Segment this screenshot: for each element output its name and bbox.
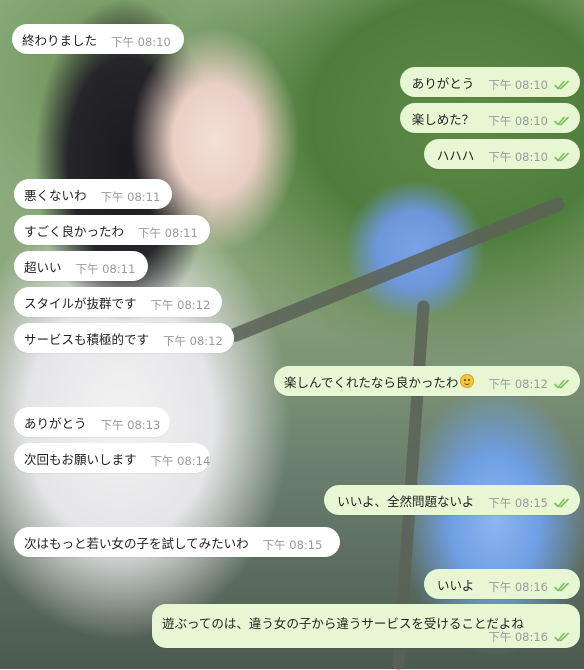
read-receipt-icon bbox=[554, 116, 570, 126]
message-timestamp: 下午 08:13 bbox=[100, 418, 161, 432]
outgoing-message-bubble[interactable]: 遊ぶってのは、違う女の子から違うサービスを受けることだよね 下午 08:16 bbox=[152, 604, 580, 648]
incoming-message-bubble[interactable]: ありがとう 下午 08:13 bbox=[14, 407, 170, 437]
message-text: すごく良かったわ bbox=[24, 223, 125, 239]
outgoing-message-bubble[interactable]: 楽しんでくれたなら良かったわ 下午 08:12 bbox=[274, 366, 580, 396]
incoming-message-bubble[interactable]: 次回もお願いします 下午 08:14 bbox=[14, 443, 210, 473]
message-timestamp: 下午 08:15 bbox=[488, 496, 548, 510]
incoming-message-bubble[interactable]: スタイルが抜群です 下午 08:12 bbox=[14, 287, 222, 317]
message-meta: 下午 08:11 bbox=[124, 219, 198, 241]
outgoing-message-bubble[interactable]: いいよ、全然問題ないよ 下午 08:15 bbox=[324, 485, 580, 515]
message-meta: 下午 08:10 bbox=[474, 107, 570, 129]
message-text: 次はもっと若い女の子を試してみたいわ bbox=[24, 535, 249, 551]
message-meta: 下午 08:10 bbox=[97, 28, 171, 50]
message-text: 遊ぶってのは、違う女の子から違うサービスを受けることだよね bbox=[162, 616, 524, 631]
message-meta: 下午 08:16 bbox=[474, 629, 570, 645]
message-text: ありがとう bbox=[411, 75, 475, 91]
message-timestamp: 下午 08:10 bbox=[488, 78, 548, 92]
incoming-message-bubble[interactable]: すごく良かったわ 下午 08:11 bbox=[14, 215, 210, 245]
message-text: ハハハ bbox=[436, 147, 475, 163]
message-meta: 下午 08:12 bbox=[137, 291, 211, 313]
message-meta: 下午 08:10 bbox=[474, 143, 570, 165]
outgoing-message-bubble[interactable]: ハハハ 下午 08:10 bbox=[424, 139, 580, 169]
read-receipt-icon bbox=[554, 582, 570, 592]
message-text: 楽しんでくれたなら良かったわ bbox=[284, 374, 459, 390]
message-text: 次回もお願いします bbox=[24, 451, 137, 467]
message-text: いいよ、全然問題ないよ bbox=[337, 493, 475, 509]
message-meta: 下午 08:14 bbox=[137, 447, 211, 469]
smiling-face-emoji bbox=[460, 374, 475, 388]
message-text: 悪くないわ bbox=[24, 187, 87, 203]
message-timestamp: 下午 08:12 bbox=[150, 298, 211, 312]
incoming-message-bubble[interactable]: 超いい 下午 08:11 bbox=[14, 251, 148, 281]
read-receipt-icon bbox=[554, 80, 570, 90]
incoming-message-bubble[interactable]: 悪くないわ 下午 08:11 bbox=[14, 179, 172, 209]
message-timestamp: 下午 08:11 bbox=[75, 262, 136, 276]
message-text: 楽しめた？ bbox=[411, 111, 475, 127]
message-text: いいよ bbox=[436, 577, 475, 593]
message-timestamp: 下午 08:11 bbox=[138, 226, 198, 240]
message-meta: 下午 08:15 bbox=[249, 531, 323, 553]
message-text: 超いい bbox=[24, 259, 62, 275]
message-text: スタイルが抜群です bbox=[24, 295, 137, 311]
message-timestamp: 下午 08:11 bbox=[100, 190, 161, 204]
incoming-message-bubble[interactable]: 終わりました 下午 08:10 bbox=[12, 24, 184, 54]
message-text: 終わりました bbox=[22, 32, 98, 48]
message-timestamp: 下午 08:16 bbox=[488, 630, 548, 644]
message-meta: 下午 08:13 bbox=[87, 411, 161, 433]
message-timestamp: 下午 08:10 bbox=[488, 150, 548, 164]
read-receipt-icon bbox=[554, 152, 570, 162]
outgoing-message-bubble[interactable]: 楽しめた？ 下午 08:10 bbox=[400, 103, 580, 133]
incoming-message-bubble[interactable]: 次はもっと若い女の子を試してみたいわ 下午 08:15 bbox=[14, 527, 340, 557]
message-timestamp: 下午 08:10 bbox=[111, 35, 171, 49]
message-timestamp: 下午 08:12 bbox=[163, 334, 223, 348]
message-timestamp: 下午 08:10 bbox=[488, 114, 548, 128]
message-meta: 下午 08:12 bbox=[474, 370, 570, 392]
message-meta: 下午 08:10 bbox=[474, 71, 570, 93]
message-meta: 下午 08:11 bbox=[87, 183, 161, 205]
message-timestamp: 下午 08:14 bbox=[150, 454, 211, 468]
message-text: ありがとう bbox=[24, 415, 87, 431]
outgoing-message-bubble[interactable]: ありがとう 下午 08:10 bbox=[400, 67, 580, 97]
read-receipt-icon bbox=[554, 498, 570, 508]
message-meta: 下午 08:15 bbox=[474, 489, 570, 511]
read-receipt-icon bbox=[554, 632, 570, 642]
incoming-message-bubble[interactable]: サービスも積極的です 下午 08:12 bbox=[14, 323, 234, 353]
message-timestamp: 下午 08:16 bbox=[488, 580, 548, 594]
message-text: サービスも積極的です bbox=[24, 331, 150, 347]
message-meta: 下午 08:16 bbox=[474, 573, 570, 595]
message-meta: 下午 08:11 bbox=[62, 255, 136, 277]
message-timestamp: 下午 08:12 bbox=[488, 377, 548, 391]
message-timestamp: 下午 08:15 bbox=[262, 538, 323, 552]
outgoing-message-bubble[interactable]: いいよ 下午 08:16 bbox=[424, 569, 580, 599]
read-receipt-icon bbox=[554, 379, 570, 389]
message-meta: 下午 08:12 bbox=[149, 327, 223, 349]
